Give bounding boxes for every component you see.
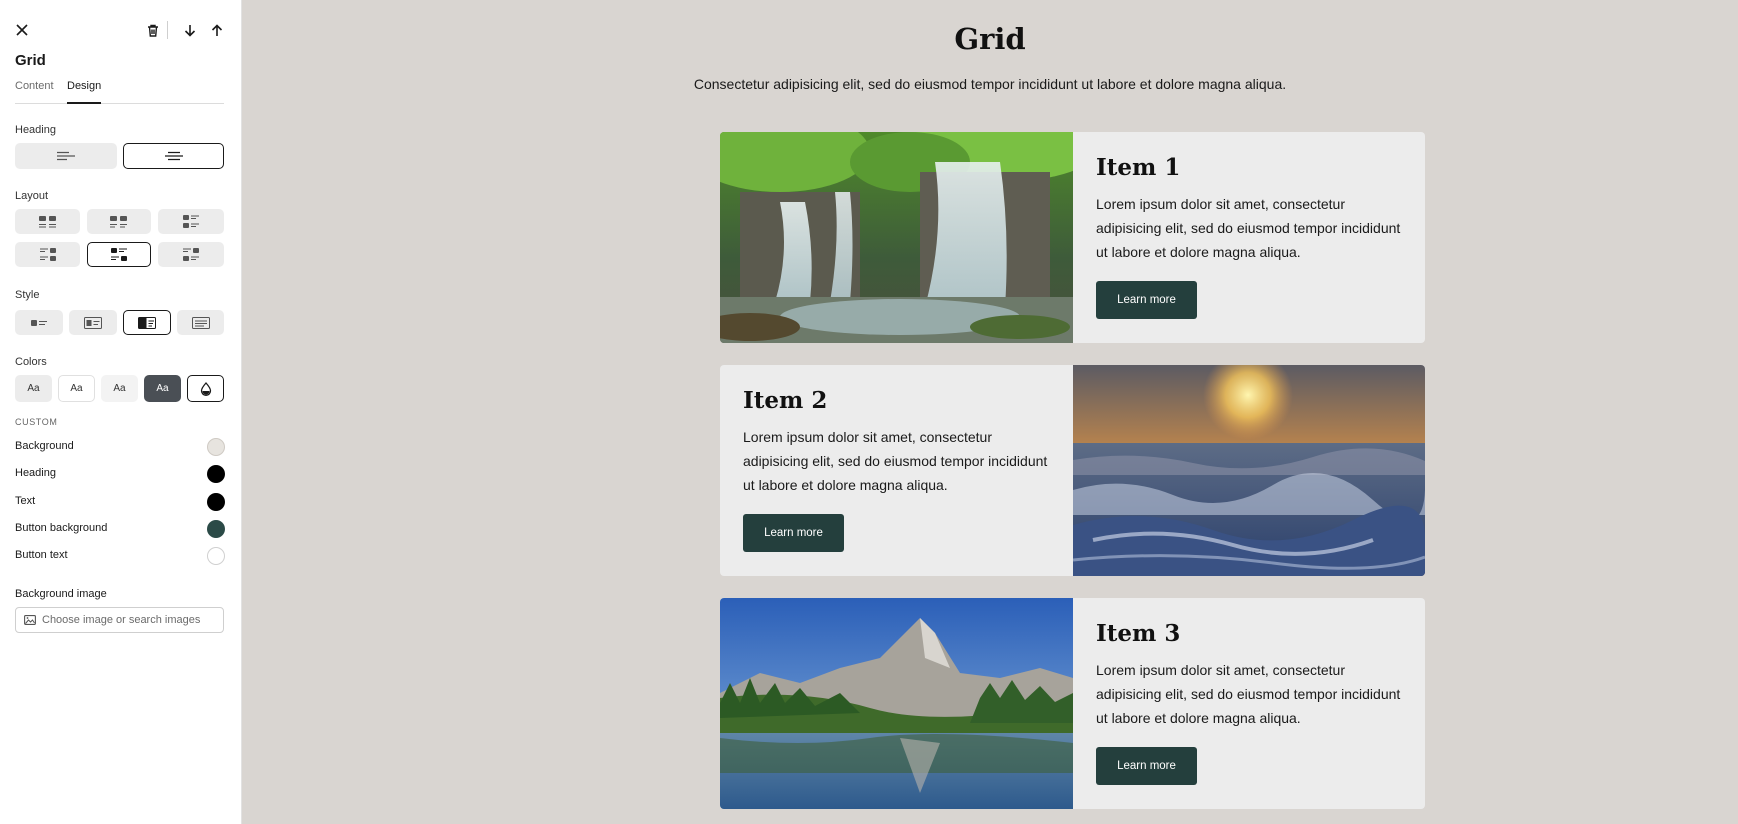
layout-option-5[interactable] [87, 242, 151, 267]
heading-section-label: Heading [15, 124, 56, 136]
custom-color-background: Background [15, 436, 225, 458]
style-option-4[interactable] [177, 310, 224, 335]
grid-item-description: Lorem ipsum dolor sit amet, consectetur … [1096, 662, 1401, 726]
grid-item-card: Item 1 Lorem ipsum dolor sit amet, conse… [720, 132, 1425, 343]
layout-option-2[interactable] [87, 209, 151, 234]
align-center-icon [164, 151, 183, 161]
style-section-label: Style [15, 289, 40, 301]
page-canvas: Grid Consectetur adipisicing elit, sed d… [242, 0, 1738, 824]
color-preset-1[interactable]: Aa [15, 375, 52, 402]
layout-list-icon [183, 214, 199, 228]
grid-item-text: Item 3 Lorem ipsum dolor sit amet, conse… [1073, 598, 1425, 809]
align-left-icon [57, 151, 75, 161]
image-icon [24, 615, 36, 625]
layout-option-6[interactable] [158, 242, 224, 267]
color-label: Button text [15, 549, 68, 561]
close-icon[interactable] [12, 20, 32, 40]
layout-section-label: Layout [15, 190, 49, 202]
learn-more-button[interactable]: Learn more [1096, 747, 1197, 785]
grid-item-description: Lorem ipsum dolor sit amet, consectetur … [1096, 196, 1401, 260]
background-image-search-input[interactable] [42, 614, 212, 626]
ocean-sunset-image [1073, 365, 1425, 576]
grid-item-title: Item 3 [1096, 620, 1181, 647]
layout-two-col-alt-icon [110, 215, 127, 228]
sidebar-tabs: Content Design [15, 80, 224, 104]
move-down-icon[interactable] [180, 20, 200, 40]
toolbar-divider [167, 21, 168, 39]
custom-color-text: Text [15, 491, 225, 513]
settings-sidebar: Grid Content Design Heading Layout Style [0, 0, 242, 824]
sidebar-title: Grid [15, 52, 46, 69]
learn-more-button[interactable]: Learn more [743, 514, 844, 552]
mountain-lake-image [720, 598, 1073, 809]
layout-list-right-icon [39, 247, 56, 261]
custom-color-button-background: Button background [15, 518, 225, 540]
style-option-1[interactable] [15, 310, 63, 335]
color-preset-2[interactable]: Aa [58, 375, 95, 402]
layout-alternating-alt-icon [183, 247, 199, 261]
color-preset-3[interactable]: Aa [101, 375, 138, 402]
color-label: Heading [15, 467, 56, 479]
layout-two-col-icon [38, 215, 56, 228]
heading-align-left-option[interactable] [15, 143, 117, 169]
background-image-picker[interactable] [15, 607, 224, 633]
color-label: Button background [15, 522, 108, 534]
color-label: Text [15, 495, 36, 507]
style-plain-icon [31, 319, 47, 326]
heading-align-center-option[interactable] [123, 143, 224, 169]
waterfall-image [720, 132, 1073, 343]
trash-icon[interactable] [143, 20, 163, 40]
layout-option-4[interactable] [15, 242, 80, 267]
color-swatch-button-text[interactable] [207, 547, 225, 565]
grid-item-text: Item 1 Lorem ipsum dolor sit amet, conse… [1073, 132, 1425, 343]
style-option-2[interactable] [69, 310, 117, 335]
custom-color-button-text: Button text [15, 545, 225, 567]
custom-color-button[interactable] [187, 375, 224, 402]
tab-design[interactable]: Design [67, 80, 102, 104]
background-image-label: Background image [15, 588, 107, 600]
style-overlay-icon [191, 316, 210, 329]
style-option-3[interactable] [123, 310, 171, 335]
color-swatch-button-background[interactable] [207, 520, 225, 538]
layout-option-3[interactable] [158, 209, 224, 234]
grid-item-card: Item 2 Lorem ipsum dolor sit amet, conse… [720, 365, 1425, 576]
color-swatch-text[interactable] [207, 493, 225, 511]
grid-item-title: Item 1 [1096, 154, 1181, 181]
grid-item-text: Item 2 Lorem ipsum dolor sit amet, conse… [720, 365, 1072, 576]
style-split-icon [138, 316, 156, 329]
color-label: Background [15, 440, 74, 452]
color-preset-4[interactable]: Aa [144, 375, 181, 402]
grid-item-card: Item 3 Lorem ipsum dolor sit amet, conse… [720, 598, 1425, 809]
layout-alternating-icon [111, 247, 127, 261]
color-swatch-background[interactable] [207, 438, 225, 456]
page-subtitle: Consectetur adipisicing elit, sed do eiu… [693, 76, 1287, 92]
colors-section-label: Colors [15, 356, 47, 368]
learn-more-button[interactable]: Learn more [1096, 281, 1197, 319]
layout-option-1[interactable] [15, 209, 80, 234]
style-card-icon [84, 316, 102, 329]
custom-color-heading: Heading [15, 463, 225, 485]
grid-item-description: Lorem ipsum dolor sit amet, consectetur … [743, 429, 1048, 493]
move-up-icon[interactable] [207, 20, 227, 40]
grid-item-title: Item 2 [743, 387, 828, 414]
color-drop-icon [200, 381, 211, 396]
tab-content[interactable]: Content [15, 80, 54, 104]
page-title: Grid [954, 22, 1026, 56]
custom-colors-label: CUSTOM [15, 417, 58, 427]
color-swatch-heading[interactable] [207, 465, 225, 483]
sidebar-toolbar [15, 20, 227, 40]
